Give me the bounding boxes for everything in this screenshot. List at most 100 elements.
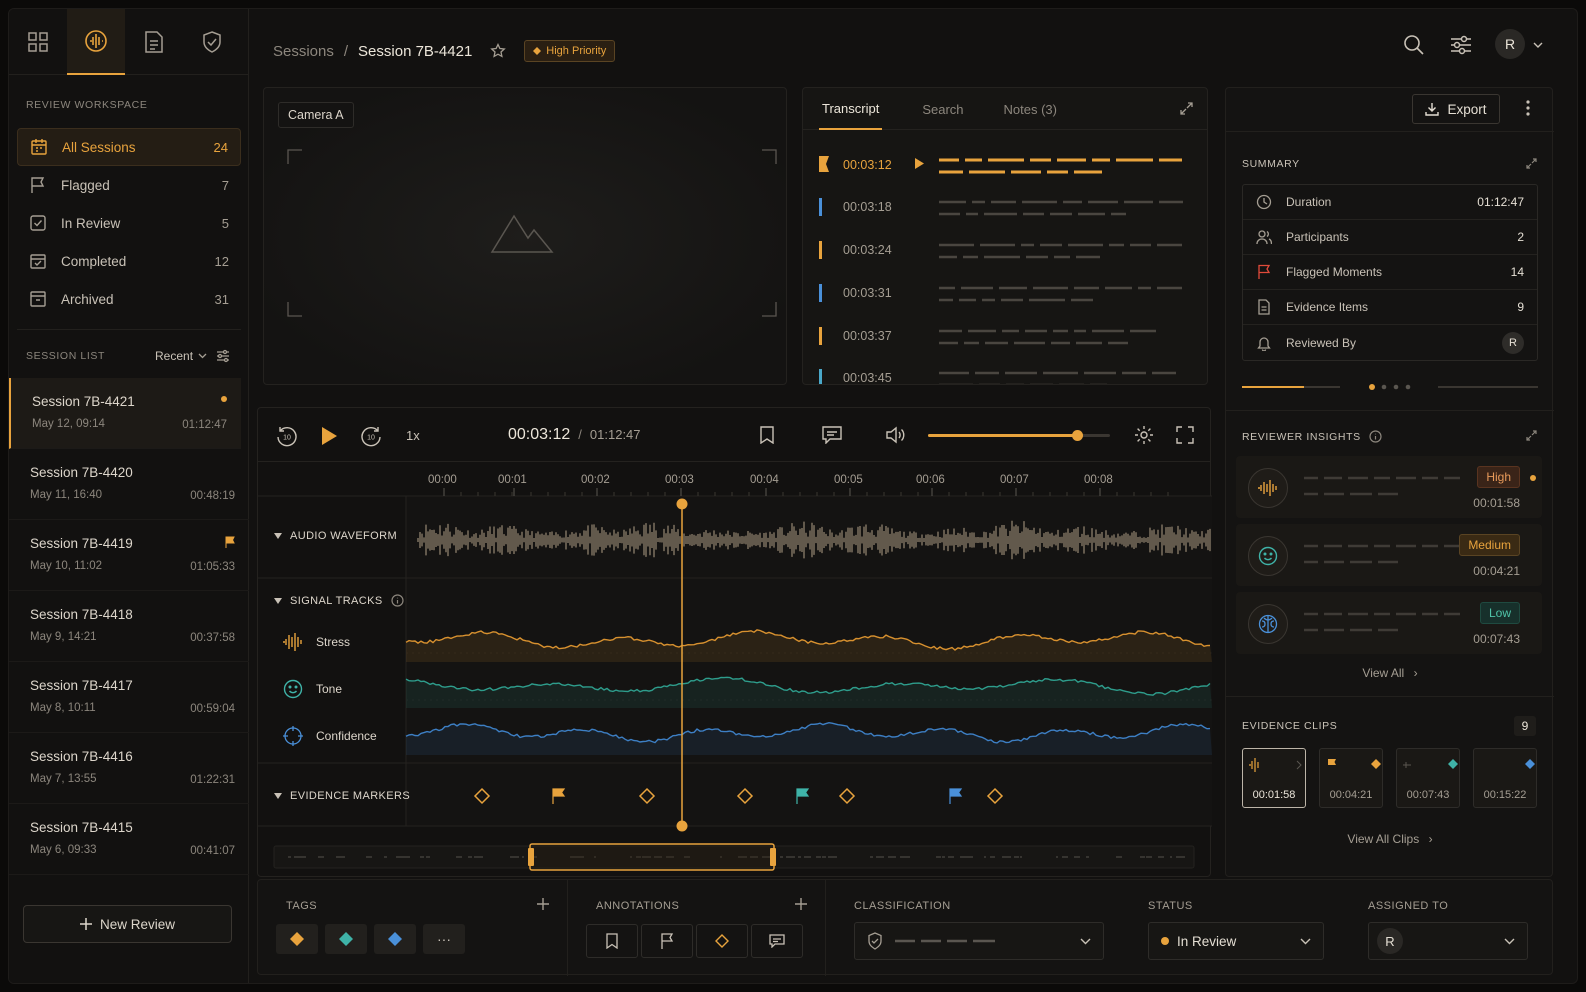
audio-scan-icon[interactable] bbox=[67, 9, 125, 75]
transcript-timestamp: 00:03:37 bbox=[843, 329, 892, 343]
timeline-canvas[interactable] bbox=[258, 408, 1212, 878]
transcript-row[interactable]: 00:03:31 bbox=[819, 282, 1199, 316]
archive-icon bbox=[29, 290, 49, 308]
chevron-down-icon bbox=[1504, 938, 1515, 945]
play-icon[interactable] bbox=[915, 158, 924, 169]
summary-value: 2 bbox=[1517, 230, 1524, 244]
export-button[interactable]: Export bbox=[1412, 94, 1500, 124]
new-review-button[interactable]: New Review bbox=[23, 905, 232, 943]
track-stress[interactable]: Stress bbox=[282, 632, 350, 652]
assignee-select[interactable]: R bbox=[1368, 922, 1528, 960]
status-dot-icon bbox=[1161, 937, 1169, 945]
audio-track-header[interactable]: AUDIO WAVEFORM bbox=[274, 530, 397, 542]
transcript-row[interactable]: 00:03:37 bbox=[819, 325, 1199, 359]
flag-annotation[interactable] bbox=[641, 924, 693, 958]
view-all-clips-label: View All Clips bbox=[1347, 832, 1420, 846]
session-title: Session 7B-4419 bbox=[30, 536, 133, 551]
evidence-clip[interactable]: 00:04:21 bbox=[1319, 748, 1383, 808]
nav-flagged[interactable]: Flagged 7 bbox=[17, 166, 241, 204]
session-item[interactable]: Session 7B-4420 May 11, 16:40 00:48:19 bbox=[9, 449, 249, 520]
avatar[interactable]: R bbox=[1495, 29, 1525, 59]
info-icon[interactable] bbox=[391, 594, 404, 607]
status-select[interactable]: In Review bbox=[1148, 922, 1324, 960]
diamond-annotation[interactable] bbox=[696, 924, 748, 958]
insight-card[interactable]: High 00:01:58 bbox=[1236, 456, 1542, 518]
divider bbox=[17, 329, 241, 330]
caret-down-icon bbox=[274, 793, 282, 799]
breadcrumb-current: Session 7B-4421 bbox=[358, 42, 473, 60]
speaker-bar bbox=[819, 327, 822, 345]
session-item[interactable]: Session 7B-4419 May 10, 11:02 01:05:33 bbox=[9, 520, 249, 591]
view-all-clips-link[interactable]: View All Clips › bbox=[1226, 832, 1554, 846]
breadcrumb-root[interactable]: Sessions bbox=[273, 43, 334, 60]
summary-row: Evidence Items 9 bbox=[1243, 290, 1537, 325]
insight-card[interactable]: Low 00:07:43 bbox=[1236, 592, 1542, 654]
more-icon[interactable] bbox=[1526, 100, 1530, 116]
nav-archived[interactable]: Archived 31 bbox=[17, 280, 241, 318]
app-window: REVIEW WORKSPACE All Sessions 24 Flagged… bbox=[8, 8, 1578, 984]
pager-dots[interactable] bbox=[1368, 383, 1418, 391]
audio-track-label: AUDIO WAVEFORM bbox=[290, 530, 398, 542]
video-viewer[interactable]: Camera A bbox=[263, 87, 787, 385]
tag-orange[interactable] bbox=[276, 924, 318, 954]
tag-blue[interactable] bbox=[374, 924, 416, 954]
evidence-clip[interactable]: 00:01:58 bbox=[1242, 748, 1306, 808]
tab-transcript[interactable]: Transcript bbox=[819, 88, 883, 130]
tag-teal[interactable] bbox=[325, 924, 367, 954]
clips-count: 9 bbox=[1514, 716, 1536, 736]
session-item[interactable]: Session 7B-4416 May 7, 13:55 01:22:31 bbox=[9, 733, 249, 804]
search-icon[interactable] bbox=[1403, 34, 1425, 56]
nav-all-sessions[interactable]: All Sessions 24 bbox=[17, 128, 241, 166]
shield-check-icon[interactable] bbox=[183, 9, 241, 75]
nav-in-review[interactable]: In Review 5 bbox=[17, 204, 241, 242]
comment-annotation[interactable] bbox=[751, 924, 803, 958]
document-icon[interactable] bbox=[125, 9, 183, 75]
evidence-clip[interactable]: 00:07:43 bbox=[1396, 748, 1460, 808]
image-placeholder-icon bbox=[490, 212, 554, 254]
view-all-link[interactable]: View All › bbox=[1226, 666, 1554, 680]
summary-value: 14 bbox=[1510, 265, 1524, 279]
insight-card[interactable]: Medium 00:04:21 bbox=[1236, 524, 1542, 586]
tab-search[interactable]: Search bbox=[922, 88, 963, 130]
expand-icon[interactable] bbox=[1526, 158, 1537, 169]
transcript-text-lines bbox=[939, 286, 1182, 302]
session-item[interactable]: Session 7B-4417 May 8, 10:11 00:59:04 bbox=[9, 662, 249, 733]
markers-track-header[interactable]: EVIDENCE MARKERS bbox=[274, 790, 410, 802]
insight-time: 00:07:43 bbox=[1473, 632, 1520, 646]
expand-icon[interactable] bbox=[1526, 430, 1537, 441]
expand-icon[interactable] bbox=[1180, 102, 1193, 115]
session-item[interactable]: Session 7B-4421 May 12, 09:14 01:12:47 bbox=[9, 378, 241, 449]
transcript-text-lines bbox=[939, 371, 1176, 384]
sliders-icon[interactable] bbox=[1450, 35, 1472, 55]
session-title: Session 7B-4415 bbox=[30, 820, 133, 835]
chevron-down-icon[interactable] bbox=[1533, 42, 1543, 48]
tab-notes[interactable]: Notes (3) bbox=[1004, 88, 1057, 130]
classification-select[interactable] bbox=[854, 922, 1104, 960]
transcript-row[interactable]: 00:03:12 bbox=[819, 154, 1199, 188]
add-annotation-icon[interactable] bbox=[795, 898, 807, 910]
info-icon[interactable] bbox=[1369, 430, 1382, 443]
transcript-row[interactable]: 00:03:24 bbox=[819, 239, 1199, 273]
more-tags-button[interactable]: ··· bbox=[423, 924, 465, 954]
add-tag-icon[interactable] bbox=[537, 898, 549, 910]
grid-icon[interactable] bbox=[9, 9, 67, 75]
signal-track-header[interactable]: SIGNAL TRACKS bbox=[274, 594, 404, 607]
star-icon[interactable] bbox=[490, 43, 507, 59]
transcript-panel: Transcript Search Notes (3) 00:03:12 00:0… bbox=[802, 87, 1208, 385]
insight-level-badge: Low bbox=[1479, 602, 1520, 624]
insight-time: 00:04:21 bbox=[1473, 564, 1520, 578]
filter-icon[interactable] bbox=[216, 349, 230, 363]
transcript-row[interactable]: 00:03:45 bbox=[819, 367, 1199, 384]
evidence-clip[interactable]: 00:15:22 bbox=[1473, 748, 1537, 808]
summary-label: Participants bbox=[1286, 230, 1349, 244]
session-item[interactable]: Session 7B-4418 May 9, 14:21 00:37:58 bbox=[9, 591, 249, 662]
transcript-row[interactable]: 00:03:18 bbox=[819, 196, 1199, 230]
session-item[interactable]: Session 7B-4415 May 6, 09:33 00:41:07 bbox=[9, 804, 249, 875]
sort-dropdown[interactable]: Recent bbox=[155, 349, 207, 363]
track-tone[interactable]: Tone bbox=[282, 679, 342, 699]
nav-completed[interactable]: Completed 12 bbox=[17, 242, 241, 280]
minimap-viewport bbox=[529, 843, 775, 871]
bookmark-annotation[interactable] bbox=[586, 924, 638, 958]
diamond-icon bbox=[290, 932, 304, 946]
track-confidence[interactable]: Confidence bbox=[282, 725, 377, 747]
